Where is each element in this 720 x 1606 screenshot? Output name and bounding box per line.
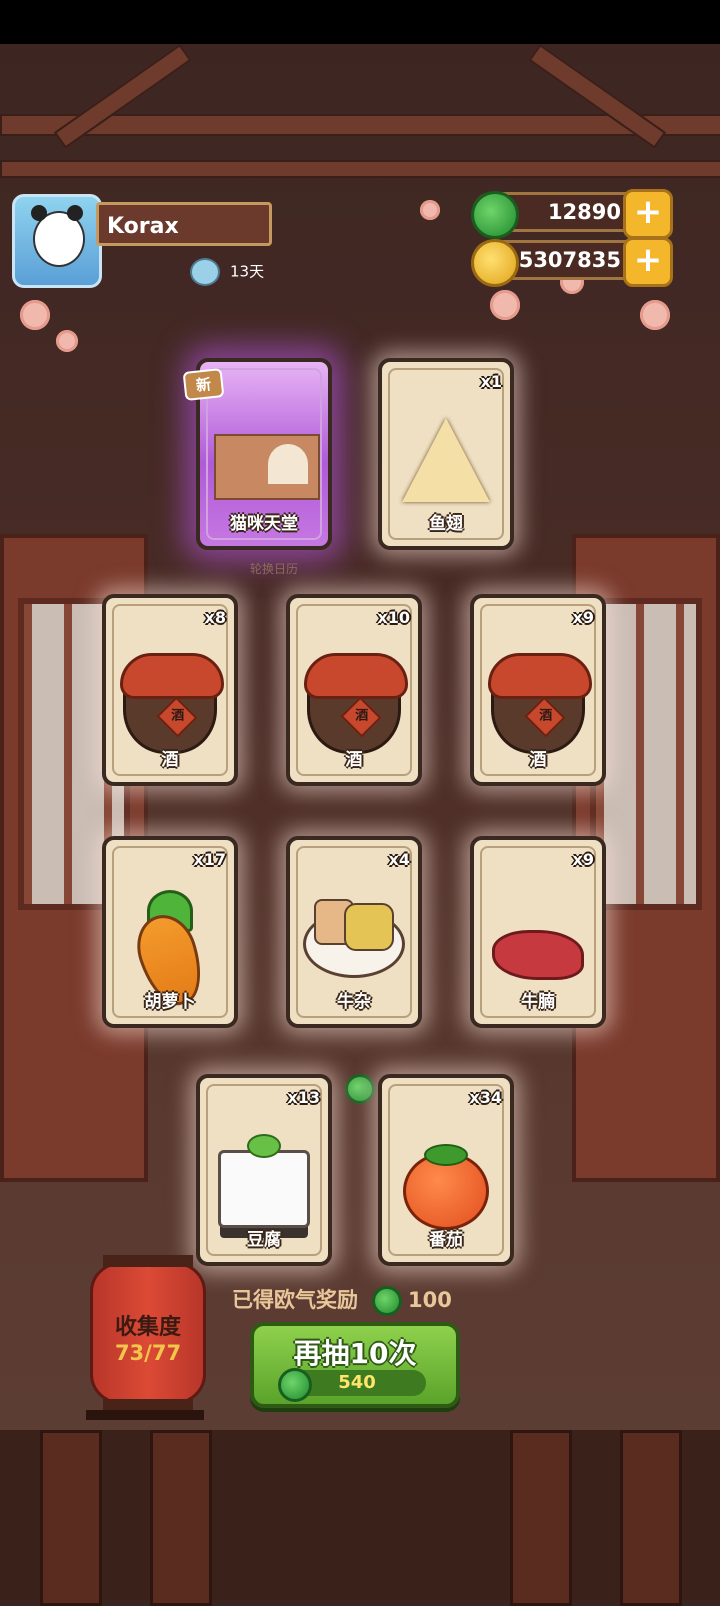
draw-ten-again-button[interactable]: 再抽10次 540 — [250, 1322, 460, 1408]
card-quantity: x13 — [287, 1088, 320, 1107]
reward-card-carrot[interactable]: x17 胡萝卜 — [102, 836, 238, 1028]
card-label: 番茄 — [429, 1230, 463, 1250]
blossom-icon — [640, 300, 670, 330]
card-label: 豆腐 — [247, 1230, 281, 1250]
reward-card-wine[interactable]: x9 酒 酒 — [470, 594, 606, 786]
card-label: 酒 — [161, 750, 179, 770]
jar-mark: 酒 — [355, 708, 369, 724]
beef-offal-plate-icon — [303, 899, 405, 978]
reward-card-tomato[interactable]: x34 番茄 — [378, 1074, 514, 1266]
fence-post — [510, 1430, 572, 1606]
jade-icon — [471, 191, 519, 239]
jade-icon — [372, 1286, 402, 1316]
blossom-icon — [20, 300, 50, 330]
blossom-icon — [490, 290, 520, 320]
reward-amount: 100 — [408, 1288, 452, 1312]
roof-beam — [0, 160, 720, 178]
reward-card-beef-offal[interactable]: x4 牛杂 — [286, 836, 422, 1028]
jade-icon — [278, 1368, 312, 1402]
card-label: 牛杂 — [337, 992, 371, 1012]
add-coin-button[interactable]: + — [623, 237, 673, 287]
jade-icon — [345, 1074, 375, 1104]
reward-text: 已得欧气奖励 — [232, 1288, 358, 1312]
redraw-cost-value: 540 — [338, 1372, 376, 1393]
rotation-calendar-label: 轮换日历 — [250, 562, 299, 576]
ear-icon — [31, 205, 47, 221]
coin-icon — [471, 239, 519, 287]
card-quantity: x9 — [572, 850, 594, 869]
card-quantity: x34 — [469, 1088, 502, 1107]
coin-amount: 5307835 — [518, 248, 621, 272]
redraw-label: 再抽10次 — [293, 1337, 417, 1370]
card-label: 猫咪天堂 — [230, 514, 298, 534]
jar-mark: 酒 — [171, 708, 185, 724]
days-text: 13天 — [230, 262, 265, 281]
lantern-cap — [103, 1255, 193, 1267]
login-days: 13天 — [190, 258, 265, 286]
collection-progress: 73/77 — [114, 1341, 182, 1365]
card-quantity: x1 — [480, 372, 502, 391]
card-label: 酒 — [345, 750, 363, 770]
reward-card-tofu[interactable]: x13 豆腐 — [196, 1074, 332, 1266]
jade-currency-bar: 12890 + — [471, 189, 673, 239]
new-badge: 新 — [182, 368, 225, 401]
tofu-garnish-icon — [247, 1134, 281, 1158]
tomato-leaf-icon — [424, 1144, 468, 1166]
floor — [0, 1430, 720, 1600]
card-label: 酒 — [529, 750, 547, 770]
card-quantity: x10 — [377, 608, 410, 627]
jar-mark: 酒 — [539, 708, 553, 724]
add-jade-button[interactable]: + — [623, 189, 673, 239]
tofu-icon — [218, 1150, 310, 1228]
blossom-icon — [420, 200, 440, 220]
wine-jar-icon: 酒 — [304, 653, 408, 754]
coin-currency-bar: 5307835 + — [471, 237, 673, 287]
card-quantity: x8 — [204, 608, 226, 627]
room-scene-icon — [214, 434, 320, 500]
fence-post — [150, 1430, 212, 1606]
lantern-stand — [86, 1410, 204, 1420]
reward-card-wine[interactable]: x8 酒 酒 — [102, 594, 238, 786]
card-quantity: x4 — [388, 850, 410, 869]
status-bar — [0, 0, 720, 44]
reward-card-cat-paradise[interactable]: 新 猫咪天堂 — [182, 358, 332, 550]
wine-jar-icon: 酒 — [488, 653, 592, 754]
ice-bowl-icon — [190, 258, 220, 286]
luck-reward-line: 已得欧气奖励 100 — [232, 1284, 452, 1316]
card-quantity: x9 — [572, 608, 594, 627]
card-label: 胡萝卜 — [144, 992, 196, 1012]
shark-fin-icon — [402, 418, 490, 502]
reward-card-beef-brisket[interactable]: x9 牛腩 — [470, 836, 606, 1028]
fence-post — [40, 1430, 102, 1606]
player-name[interactable]: Korax — [96, 202, 272, 246]
player-avatar[interactable] — [12, 194, 102, 288]
card-quantity: x17 — [193, 850, 226, 869]
fence-post — [620, 1430, 682, 1606]
ear-icon — [67, 205, 83, 221]
reward-card-wine[interactable]: x10 酒 酒 — [286, 594, 422, 786]
reward-card-shark-fin[interactable]: x1 鱼翅 — [378, 358, 514, 550]
collection-lantern-button[interactable]: 收集度 73/77 — [90, 1255, 206, 1411]
jade-amount: 12890 — [547, 200, 621, 224]
card-label: 鱼翅 — [429, 514, 463, 534]
card-label: 牛腩 — [521, 992, 555, 1012]
beef-brisket-icon — [492, 930, 584, 980]
blossom-icon — [56, 330, 78, 352]
collection-title: 收集度 — [114, 1315, 181, 1340]
wine-jar-icon: 酒 — [120, 653, 224, 754]
redraw-cost: 540 — [278, 1368, 426, 1402]
